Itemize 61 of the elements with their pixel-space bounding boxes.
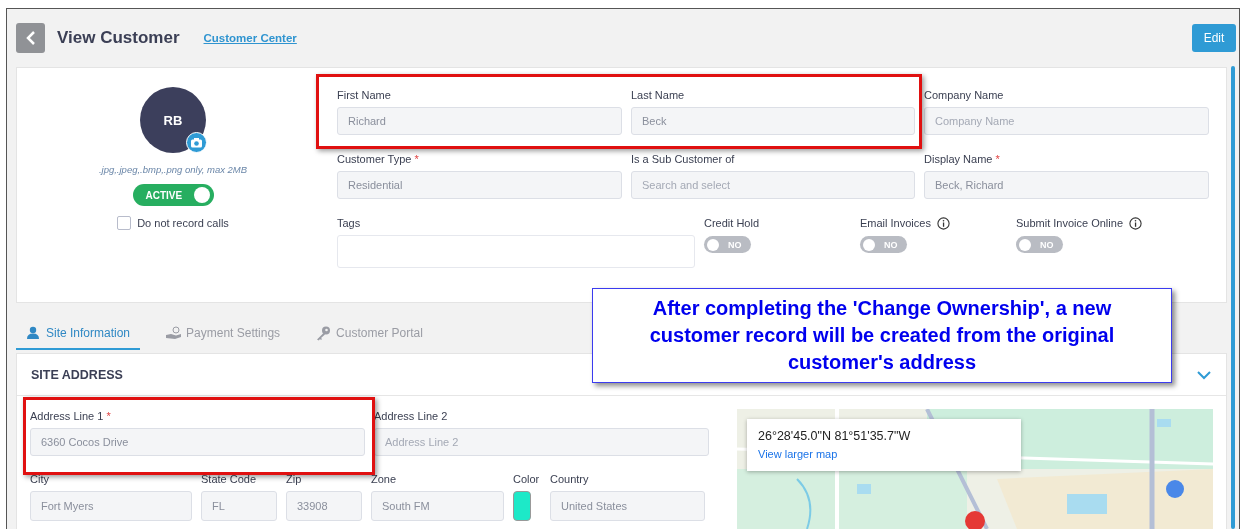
input-field[interactable]: Beck, Richard [924, 171, 1209, 199]
field-label: Color [513, 472, 541, 486]
page-title: View Customer [57, 28, 180, 48]
hand-coin-icon [166, 325, 182, 341]
field-label: Is a Sub Customer of [631, 152, 736, 166]
view-larger-map-link[interactable]: View larger map [758, 448, 1021, 460]
input-field[interactable]: Residential [337, 171, 622, 199]
info-icon[interactable] [1129, 216, 1142, 230]
input-field[interactable]: Address Line 2 [374, 428, 709, 456]
field-label: First Name [337, 88, 392, 102]
input-field[interactable]: Richard [337, 107, 622, 135]
info-icon[interactable] [936, 216, 950, 230]
section-title: SITE ADDRESS [31, 367, 123, 382]
callout-note: After completing the 'Change Ownership', a new customer record will be created from the original customer's address [592, 288, 1172, 383]
checkbox[interactable] [117, 216, 132, 230]
field-label: Zip [286, 472, 303, 486]
chevron-down-icon[interactable] [1196, 369, 1212, 380]
avatar: RB [140, 87, 206, 153]
switch-toggle[interactable]: NO [1016, 236, 1063, 253]
upload-hint: .jpg,.jpeg,.bmp,.png only, max 2MB [98, 164, 248, 175]
input-field[interactable]: South FM [371, 491, 504, 521]
tab[interactable]: Site Information [16, 318, 141, 350]
status-toggle[interactable]: ACTIVE [132, 184, 214, 206]
tab[interactable]: Payment Settings [156, 318, 291, 350]
field-label: Address Line 1 * [30, 409, 112, 423]
color-swatch[interactable] [513, 491, 531, 521]
field-label: Zone [371, 472, 398, 486]
field-label: Tags [337, 216, 362, 230]
input-field[interactable]: FL [201, 491, 277, 521]
switch-toggle[interactable]: NO [860, 236, 907, 253]
switch-label: Credit Hold [704, 216, 760, 230]
field-label: City [30, 472, 50, 486]
person-icon [26, 325, 41, 341]
input-field[interactable]: Company Name [924, 107, 1209, 135]
scrollbar[interactable] [1231, 66, 1235, 529]
tags-field[interactable] [337, 235, 695, 268]
coordinates-text: 26°28'45.0"N 81°51'35.7"W [758, 429, 912, 443]
field-label: Address Line 2 [374, 409, 449, 423]
input-field[interactable]: Search and select [631, 171, 915, 199]
field-label: Country [550, 472, 590, 486]
camera-icon[interactable] [186, 132, 207, 153]
field-label: Company Name [924, 88, 1005, 102]
input-field[interactable]: United States [550, 491, 705, 521]
checkbox-label: Do not record calls [137, 217, 229, 229]
input-field[interactable]: Fort Myers [30, 491, 192, 521]
field-label: Customer Type * [337, 152, 420, 166]
input-field[interactable]: 6360 Cocos Drive [30, 428, 365, 456]
back-button[interactable] [16, 23, 45, 53]
key-icon [316, 325, 332, 341]
chevron-left-icon [25, 30, 36, 46]
customer-center-link[interactable]: Customer Center [203, 32, 297, 44]
field-label: Display Name * [924, 152, 1001, 166]
field-label: Last Name [631, 88, 686, 102]
tab[interactable]: Customer Portal [306, 318, 433, 350]
switch-toggle[interactable]: NO [704, 236, 751, 253]
switch-label: Submit Invoice Online [1016, 216, 1123, 230]
input-field[interactable]: Beck [631, 107, 915, 135]
edit-button[interactable]: Edit [1192, 24, 1236, 52]
input-field[interactable]: 33908 [286, 491, 362, 521]
switch-label: Email Invoices [860, 216, 931, 230]
field-label: State Code [201, 472, 258, 486]
